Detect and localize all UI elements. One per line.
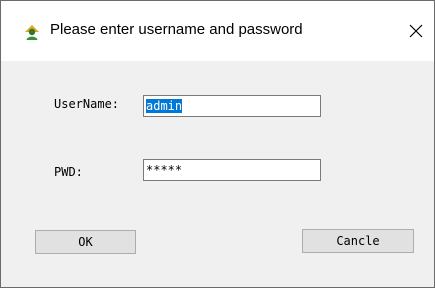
username-value: admin — [146, 99, 183, 113]
title-bar: Please enter username and password — [1, 1, 434, 61]
login-dialog: Please enter username and password UserN… — [0, 0, 435, 288]
close-icon — [409, 24, 423, 38]
password-label: PWD: — [54, 165, 83, 179]
window-title: Please enter username and password — [50, 21, 303, 38]
close-button[interactable] — [398, 13, 434, 49]
password-value: ***** — [146, 163, 183, 177]
ok-button-label: OK — [78, 235, 93, 249]
username-label: UserName: — [54, 97, 120, 111]
cancel-button-label: Cancle — [336, 234, 380, 248]
ok-button[interactable]: OK — [35, 230, 136, 254]
user-icon — [23, 23, 41, 41]
username-field[interactable]: admin — [143, 95, 321, 117]
password-field[interactable]: ***** — [143, 159, 321, 181]
cancel-button[interactable]: Cancle — [302, 229, 414, 253]
